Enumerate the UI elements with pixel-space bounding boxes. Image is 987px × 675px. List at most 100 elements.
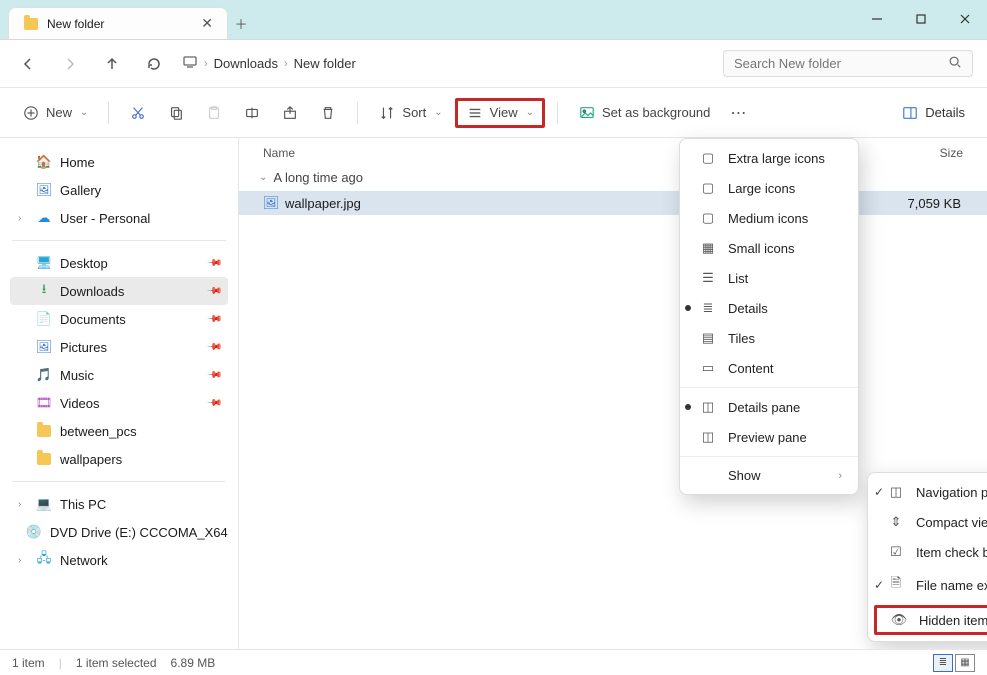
search-icon[interactable]: [948, 55, 962, 72]
menu-item-file-name-extensions[interactable]: ✓🗎File name extensions: [868, 567, 987, 603]
chevron-right-icon[interactable]: ›: [18, 499, 28, 510]
check-icon: ✓: [874, 485, 884, 499]
forward-button[interactable]: [50, 46, 90, 82]
rename-button[interactable]: [235, 99, 269, 127]
status-bar: 1 item | 1 item selected 6.89 MB ≣ ▦: [0, 649, 987, 675]
sidebar-item-desktop[interactable]: 🖥Desktop📌: [10, 249, 228, 277]
list-icon: [466, 104, 484, 122]
menu-item-hidden-items[interactable]: 👁Hidden items: [874, 605, 987, 635]
sidebar-item-folder[interactable]: between_pcs: [10, 417, 228, 445]
new-label: New: [46, 105, 72, 120]
menu-item-medium-icons[interactable]: ▢Medium icons: [680, 203, 858, 233]
minimize-button[interactable]: [855, 0, 899, 39]
file-row[interactable]: 🖼wallpaper.jpg 7 PM JPG File 7,059 KB: [239, 191, 987, 215]
tiles-icon: ▤: [700, 330, 716, 346]
status-selected: 1 item selected: [76, 656, 157, 670]
chevron-right-icon[interactable]: ›: [18, 555, 28, 566]
copy-button[interactable]: [159, 99, 193, 127]
share-button[interactable]: [273, 99, 307, 127]
pin-icon: 📌: [205, 367, 222, 384]
menu-item-details[interactable]: ≣Details: [680, 293, 858, 323]
chevron-right-icon: ›: [838, 470, 842, 482]
menu-item-check-boxes[interactable]: ☑Item check boxes: [868, 537, 987, 567]
view-details-toggle[interactable]: ≣: [933, 654, 953, 672]
menu-item-large-icons[interactable]: ▢Large icons: [680, 173, 858, 203]
network-icon: 🖧: [36, 552, 52, 568]
sidebar-item-music[interactable]: 🎵Music📌: [10, 361, 228, 389]
sidebar-item-user[interactable]: ›☁User - Personal: [10, 204, 228, 232]
menu-item-extra-large-icons[interactable]: ▢Extra large icons: [680, 143, 858, 173]
pin-icon: 📌: [205, 339, 222, 356]
sidebar-item-home[interactable]: 🏠Home: [10, 148, 228, 176]
pin-icon: 📌: [205, 283, 222, 300]
breadcrumb-current[interactable]: New folder: [294, 56, 356, 71]
rename-icon: [243, 104, 261, 122]
folder-icon: [36, 451, 52, 467]
menu-item-show[interactable]: Show›: [680, 461, 858, 490]
sidebar-item-documents[interactable]: 📄Documents📌: [10, 305, 228, 333]
cut-button[interactable]: [121, 99, 155, 127]
new-tab-button[interactable]: ＋: [228, 8, 254, 39]
refresh-button[interactable]: [134, 46, 174, 82]
up-button[interactable]: [92, 46, 132, 82]
breadcrumb[interactable]: › Downloads › New folder: [176, 54, 721, 73]
dots-icon: ⋯: [730, 103, 746, 123]
sidebar-item-downloads[interactable]: ⭳Downloads📌: [10, 277, 228, 305]
new-button[interactable]: New ⌄: [14, 99, 96, 127]
sidebar-item-gallery[interactable]: 🖼Gallery: [10, 176, 228, 204]
details-label: Details: [925, 105, 965, 120]
details-pane-button[interactable]: Details: [893, 99, 973, 127]
column-headers[interactable]: Name Type Size: [239, 138, 987, 164]
menu-item-navigation-pane[interactable]: ✓◫Navigation pane: [868, 477, 987, 507]
more-button[interactable]: ⋯: [722, 98, 754, 128]
group-header[interactable]: ⌄ A long time ago: [239, 164, 987, 191]
back-button[interactable]: [8, 46, 48, 82]
sidebar-item-dvd[interactable]: 💿DVD Drive (E:) CCCOMA_X64FRE_EN: [10, 518, 228, 546]
view-thumbnails-toggle[interactable]: ▦: [955, 654, 975, 672]
set-background-button[interactable]: Set as background: [570, 99, 718, 127]
sort-button[interactable]: Sort ⌄: [370, 99, 450, 127]
paste-button[interactable]: [197, 99, 231, 127]
pane-icon: ◫: [700, 429, 716, 445]
chevron-down-icon: ⌄: [259, 172, 267, 183]
eye-icon: 👁: [891, 612, 907, 628]
view-button[interactable]: View ⌄: [455, 98, 545, 128]
sidebar-item-folder[interactable]: wallpapers: [10, 445, 228, 473]
chevron-right-icon: ›: [284, 58, 288, 70]
search-input[interactable]: [734, 56, 948, 71]
share-icon: [281, 104, 299, 122]
chevron-down-icon: ⌄: [434, 107, 442, 118]
search-box[interactable]: [723, 50, 973, 77]
image-file-icon: 🖼: [263, 195, 279, 211]
sidebar-item-videos[interactable]: 🎞Videos📌: [10, 389, 228, 417]
sidebar-item-pictures[interactable]: 🖼Pictures📌: [10, 333, 228, 361]
close-window-button[interactable]: [943, 0, 987, 39]
videos-icon: 🎞: [36, 395, 52, 411]
maximize-button[interactable]: [899, 0, 943, 39]
column-size[interactable]: Size: [883, 146, 963, 160]
menu-item-preview-pane[interactable]: ◫Preview pane: [680, 422, 858, 452]
menu-item-content[interactable]: ▭Content: [680, 353, 858, 383]
tab-title: New folder: [47, 17, 193, 31]
menu-item-details-pane[interactable]: ◫Details pane: [680, 392, 858, 422]
sidebar-item-network[interactable]: ›🖧Network: [10, 546, 228, 574]
menu-item-small-icons[interactable]: ▦Small icons: [680, 233, 858, 263]
menu-item-compact-view[interactable]: ⇕Compact view: [868, 507, 987, 537]
close-tab-icon[interactable]: ✕: [201, 15, 213, 32]
file-size: 7,059 KB: [881, 196, 961, 211]
file-list: Name Type Size ⌄ A long time ago 🖼wallpa…: [239, 138, 987, 658]
pictures-icon: 🖼: [36, 339, 52, 355]
menu-item-list[interactable]: ☰List: [680, 263, 858, 293]
clipboard-icon: [205, 104, 223, 122]
delete-button[interactable]: [311, 99, 345, 127]
square-icon: ▢: [700, 210, 716, 226]
chevron-right-icon[interactable]: ›: [18, 213, 28, 224]
pin-icon: 📌: [205, 255, 222, 272]
breadcrumb-parent[interactable]: Downloads: [214, 56, 278, 71]
sidebar-item-this-pc[interactable]: ›💻This PC: [10, 490, 228, 518]
column-name[interactable]: Name: [263, 146, 643, 160]
compact-icon: ⇕: [888, 514, 904, 530]
window-tab[interactable]: New folder ✕: [8, 7, 228, 39]
desktop-icon: 🖥: [36, 255, 52, 271]
menu-item-tiles[interactable]: ▤Tiles: [680, 323, 858, 353]
